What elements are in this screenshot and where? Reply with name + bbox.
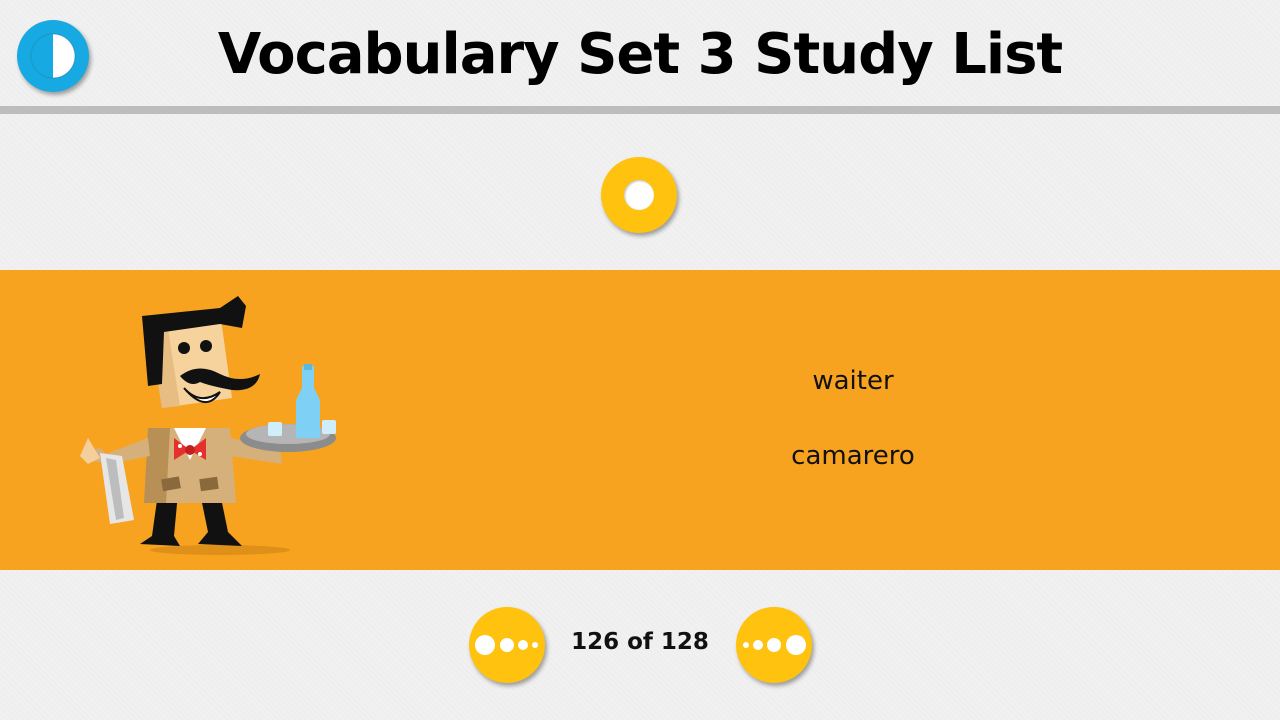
page-counter: 126 of 128 [571, 629, 709, 655]
spanish-word: camarero [791, 441, 915, 471]
play-sound-icon [624, 180, 654, 210]
english-word: waiter [812, 366, 894, 396]
page-title: Vocabulary Set 3 Study List [217, 22, 1063, 87]
study-list-page: Vocabulary Set 3 Study List waiter camar… [0, 0, 1280, 720]
waiter-illustration [80, 296, 336, 555]
previous-button[interactable] [469, 607, 545, 683]
header: Vocabulary Set 3 Study List [0, 0, 1280, 108]
play-audio-button[interactable] [601, 157, 677, 233]
next-button[interactable] [736, 607, 812, 683]
header-divider [0, 106, 1280, 114]
